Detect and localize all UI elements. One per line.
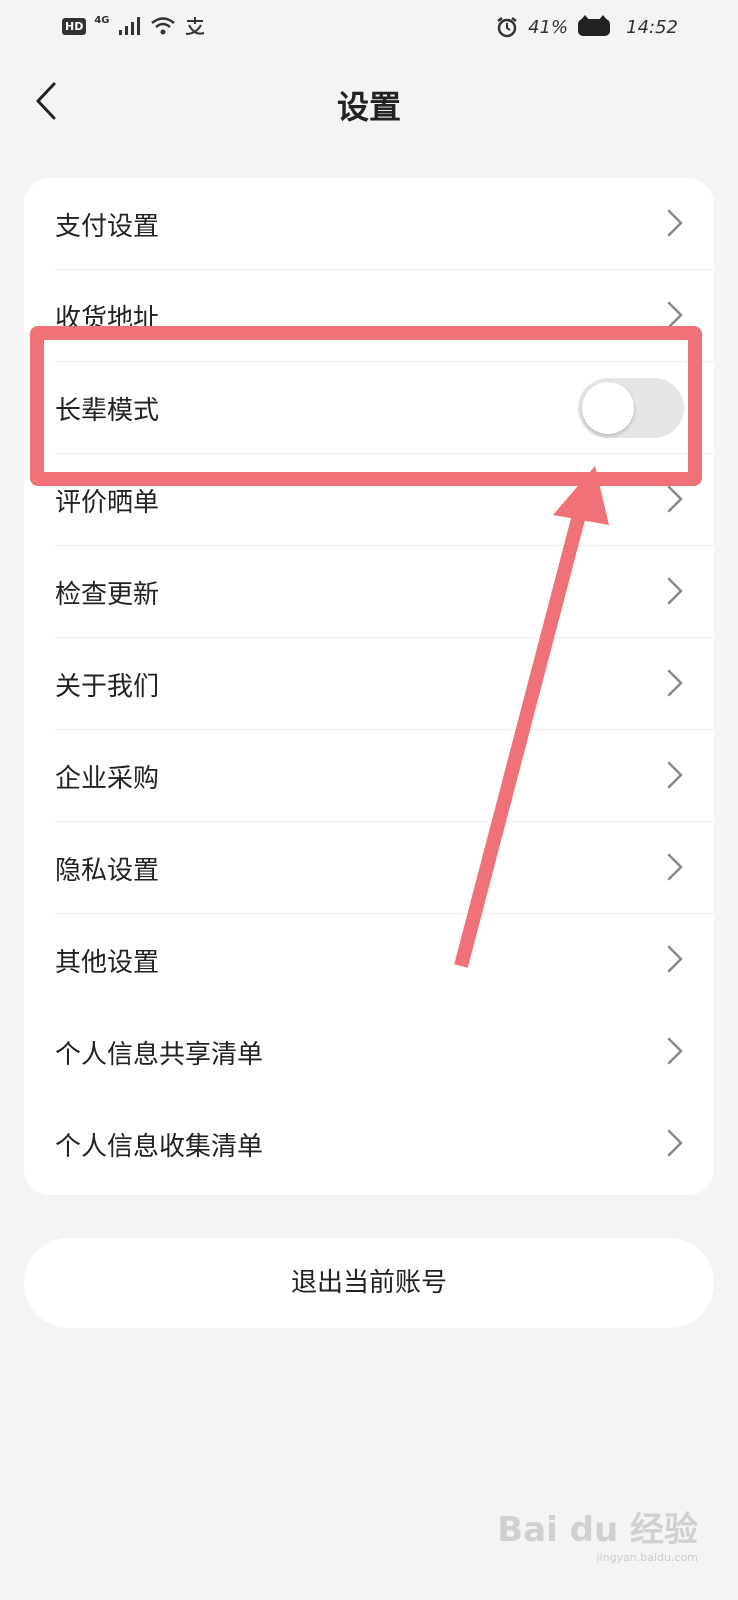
- watermark-logo: Bai du 经验: [497, 1510, 698, 1550]
- settings-item-privacy[interactable]: 隐私设置: [24, 822, 714, 914]
- chevron-right-icon: [667, 577, 683, 605]
- nav-bar: 设置: [0, 60, 738, 145]
- chevron-right-icon: [667, 209, 683, 237]
- toggle-knob: [582, 382, 634, 434]
- chevron-right-icon: [667, 485, 683, 513]
- hd-badge: HD: [62, 17, 87, 35]
- settings-card: 支付设置 收货地址 长辈模式 评价晒单 检查更新 关于我们 企业采购 隐私设置: [24, 178, 714, 1195]
- settings-item-about[interactable]: 关于我们: [24, 638, 714, 730]
- chevron-right-icon: [667, 853, 683, 881]
- settings-item-label: 个人信息收集清单: [55, 1132, 264, 1162]
- battery-icon: [578, 14, 611, 36]
- settings-item-other[interactable]: 其他设置: [24, 914, 714, 1006]
- watermark: Bai du 经验 jingyan.baidu.com: [497, 1502, 698, 1564]
- settings-item-address[interactable]: 收货地址: [24, 270, 714, 362]
- settings-item-label: 企业采购: [55, 764, 160, 794]
- alipay-icon: [185, 17, 204, 35]
- settings-item-payment[interactable]: 支付设置: [24, 178, 714, 270]
- settings-item-check-update[interactable]: 检查更新: [24, 546, 714, 638]
- settings-item-elder-mode: 长辈模式: [24, 362, 714, 454]
- status-right: 41% 14:52: [496, 14, 678, 38]
- chevron-right-icon: [667, 1129, 683, 1157]
- battery-percent: 41%: [528, 16, 569, 38]
- settings-item-label: 收货地址: [55, 304, 160, 334]
- network-type: 4G: [94, 14, 110, 26]
- status-left: HD 4G: [62, 14, 206, 36]
- wifi-icon: [150, 17, 175, 35]
- settings-item-label: 评价晒单: [55, 488, 160, 518]
- chevron-right-icon: [667, 945, 683, 973]
- chevron-right-icon: [667, 1037, 683, 1065]
- elder-mode-toggle[interactable]: [578, 378, 684, 438]
- settings-item-label: 个人信息共享清单: [55, 1040, 264, 1070]
- settings-item-label: 检查更新: [55, 580, 160, 610]
- watermark-sub: jingyan.baidu.com: [596, 1551, 698, 1564]
- signal-icon: [118, 17, 140, 35]
- settings-item-label: 关于我们: [55, 672, 160, 702]
- settings-item-label: 长辈模式: [55, 396, 160, 426]
- chevron-right-icon: [667, 669, 683, 697]
- settings-item-reviews[interactable]: 评价晒单: [24, 454, 714, 546]
- settings-item-label: 隐私设置: [55, 856, 160, 886]
- settings-item-label: 支付设置: [55, 212, 160, 242]
- chevron-right-icon: [667, 761, 683, 789]
- page-title: 设置: [336, 88, 401, 126]
- logout-button[interactable]: 退出当前账号: [24, 1238, 714, 1328]
- status-bar: HD 4G 41% 14:52: [0, 0, 738, 60]
- settings-item-enterprise[interactable]: 企业采购: [24, 730, 714, 822]
- alarm-icon: [497, 17, 517, 38]
- settings-item-info-sharing[interactable]: 个人信息共享清单: [24, 1006, 714, 1098]
- chevron-right-icon: [667, 301, 683, 329]
- clock: 14:52: [626, 16, 678, 38]
- settings-item-label: 其他设置: [55, 948, 160, 978]
- settings-item-info-collection[interactable]: 个人信息收集清单: [24, 1098, 714, 1190]
